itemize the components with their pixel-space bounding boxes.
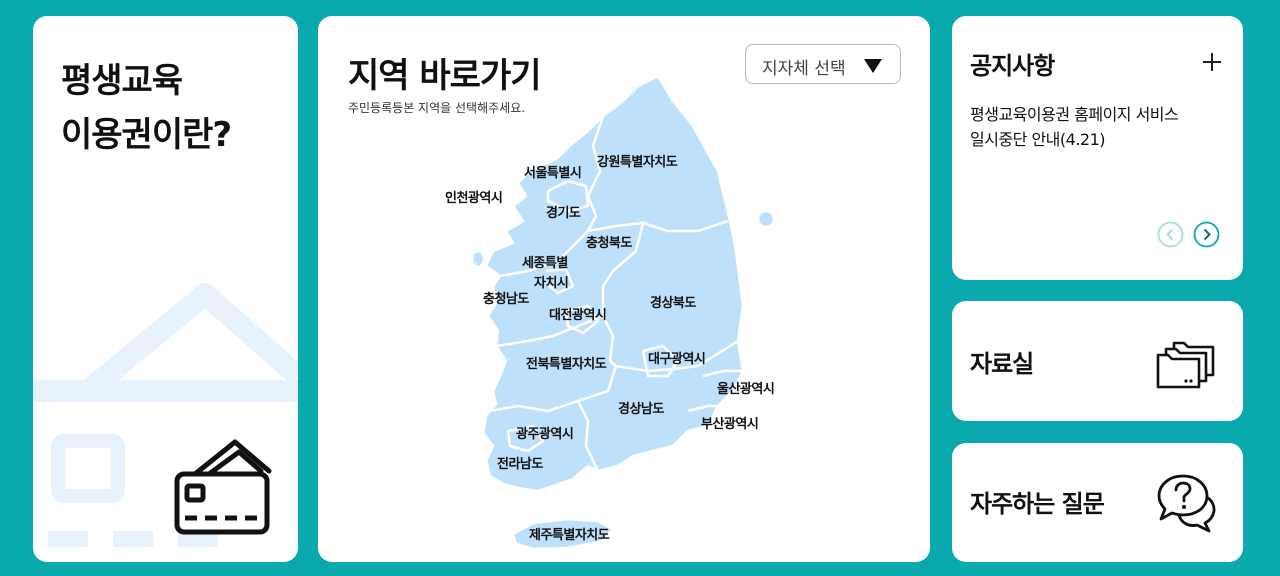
region-daejeon[interactable]: 대전광역시 (549, 304, 607, 323)
credit-card-icon (174, 439, 272, 535)
region-daegu[interactable]: 대구광역시 (648, 348, 706, 367)
korea-map (470, 74, 776, 551)
region-jeonbuk[interactable]: 전북특별자치도 (526, 353, 607, 372)
archive-card[interactable]: 자료실 (952, 301, 1243, 421)
region-jeju[interactable]: 제주특별자치도 (529, 524, 610, 543)
region-sejong-line2[interactable]: 자치시 (534, 272, 569, 291)
region-gyeongnam[interactable]: 경상남도 (618, 398, 664, 417)
region-chungnam[interactable]: 충청남도 (483, 288, 529, 307)
question-bubble-icon (1157, 474, 1216, 533)
region-sejong-line1[interactable]: 세종특별 (522, 252, 568, 271)
region-ulsan[interactable]: 울산광역시 (717, 378, 775, 397)
region-gyeonggi[interactable]: 경기도 (546, 202, 581, 221)
region-map-card: 지역 바로가기 주민등록등본 지역을 선택해주세요. 지자체 선택 강원특별자치… (318, 16, 930, 562)
notice-item[interactable]: 평생교육이용권 홈페이지 서비스 일시중단 안내(4.21) (970, 102, 1230, 152)
region-incheon[interactable]: 인천광역시 (445, 187, 503, 206)
region-gangwon[interactable]: 강원특별자치도 (597, 151, 678, 170)
notice-title: 공지사항 (970, 52, 1055, 80)
faq-title: 자주하는 질문 (970, 490, 1105, 518)
region-busan[interactable]: 부산광역시 (701, 413, 759, 432)
triangle-down-icon (864, 59, 882, 73)
folder-icon (1156, 341, 1215, 389)
region-gyeongbuk[interactable]: 경상북도 (650, 292, 696, 311)
plus-icon[interactable] (1202, 52, 1222, 72)
archive-title: 자료실 (970, 350, 1034, 378)
region-seoul[interactable]: 서울특별시 (524, 162, 582, 181)
region-gwangju[interactable]: 광주광역시 (516, 423, 574, 442)
region-chungbuk[interactable]: 충청북도 (586, 232, 632, 251)
chevron-left-icon[interactable] (1157, 221, 1184, 248)
region-jeonnam[interactable]: 전라남도 (497, 453, 543, 472)
notice-card: 공지사항 평생교육이용권 홈페이지 서비스 일시중단 안내(4.21) (952, 16, 1243, 280)
faq-card[interactable]: 자주하는 질문 (952, 443, 1243, 562)
intro-card[interactable]: 평생교육 이용권이란? (33, 16, 298, 562)
intro-title: 평생교육 이용권이란? (61, 61, 232, 155)
chevron-right-icon[interactable] (1193, 221, 1220, 248)
